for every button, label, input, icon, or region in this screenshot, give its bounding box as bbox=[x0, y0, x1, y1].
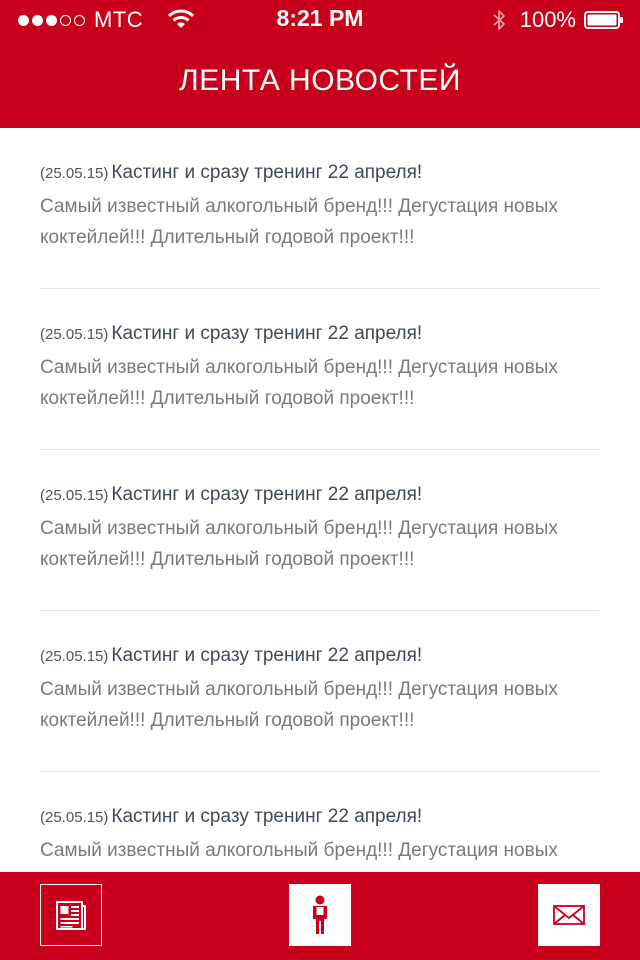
news-title: Кастинг и сразу тренинг 22 апреля! bbox=[111, 484, 423, 505]
tab-bar bbox=[0, 872, 640, 960]
tab-profile[interactable] bbox=[289, 884, 351, 946]
bluetooth-icon bbox=[493, 10, 505, 30]
news-title: Кастинг и сразу тренинг 22 апреля! bbox=[111, 162, 423, 183]
news-body: Самый известный алкогольный бренд!!! Дег… bbox=[40, 518, 558, 570]
news-item[interactable]: (25.05.15) Кастинг и сразу тренинг 22 апр… bbox=[40, 611, 599, 772]
envelope-icon bbox=[553, 905, 585, 925]
news-body: Самый известный алкогольный бренд!!! Дег… bbox=[40, 840, 558, 872]
tab-messages[interactable] bbox=[538, 884, 600, 946]
news-item-header: (25.05.15) Кастинг и сразу тренинг 22 апр… bbox=[40, 484, 422, 506]
tab-news[interactable] bbox=[40, 884, 102, 946]
news-title: Кастинг и сразу тренинг 22 апреля! bbox=[111, 806, 423, 827]
status-right: 100% bbox=[492, 7, 624, 32]
news-item[interactable]: (25.05.15) Кастинг и сразу тренинг 22 апр… bbox=[40, 450, 599, 611]
news-item-header: (25.05.15) Кастинг и сразу тренинг 22 апр… bbox=[40, 162, 422, 184]
person-icon bbox=[313, 895, 327, 934]
news-date: (25.05.15) bbox=[40, 809, 109, 826]
news-title: Кастинг и сразу тренинг 22 апреля! bbox=[111, 323, 423, 344]
news-body: Самый известный алкогольный бренд!!! Дег… bbox=[40, 357, 558, 409]
news-item[interactable]: (25.05.15) Кастинг и сразу тренинг 22 апр… bbox=[40, 128, 599, 289]
status-bar: МТС 8:21 PM 100% bbox=[0, 0, 640, 40]
news-date: (25.05.15) bbox=[40, 648, 109, 665]
newspaper-icon bbox=[56, 901, 86, 930]
news-date: (25.05.15) bbox=[40, 326, 109, 343]
news-body: Самый известный алкогольный бренд!!! Дег… bbox=[40, 196, 558, 248]
news-title: Кастинг и сразу тренинг 22 апреля! bbox=[111, 645, 423, 666]
news-item[interactable]: (25.05.15) Кастинг и сразу тренинг 22 апр… bbox=[40, 289, 599, 450]
battery-percent: 100% bbox=[519, 7, 576, 32]
page-title: ЛЕНТА НОВОСТЕЙ bbox=[179, 64, 461, 97]
news-feed[interactable]: (25.05.15) Кастинг и сразу тренинг 22 апр… bbox=[0, 128, 640, 872]
news-item-header: (25.05.15) Кастинг и сразу тренинг 22 апр… bbox=[40, 645, 422, 667]
news-date: (25.05.15) bbox=[40, 165, 109, 182]
app-header: МТС 8:21 PM 100% ЛЕНТА НОВОСТЕЙ bbox=[0, 0, 640, 128]
news-item[interactable]: (25.05.15) Кастинг и сразу тренинг 22 апр… bbox=[40, 772, 599, 872]
news-body: Самый известный алкогольный бренд!!! Дег… bbox=[40, 679, 558, 731]
news-item-header: (25.05.15) Кастинг и сразу тренинг 22 апр… bbox=[40, 806, 422, 828]
news-item-header: (25.05.15) Кастинг и сразу тренинг 22 апр… bbox=[40, 323, 422, 345]
news-date: (25.05.15) bbox=[40, 487, 109, 504]
battery-icon bbox=[584, 11, 623, 29]
